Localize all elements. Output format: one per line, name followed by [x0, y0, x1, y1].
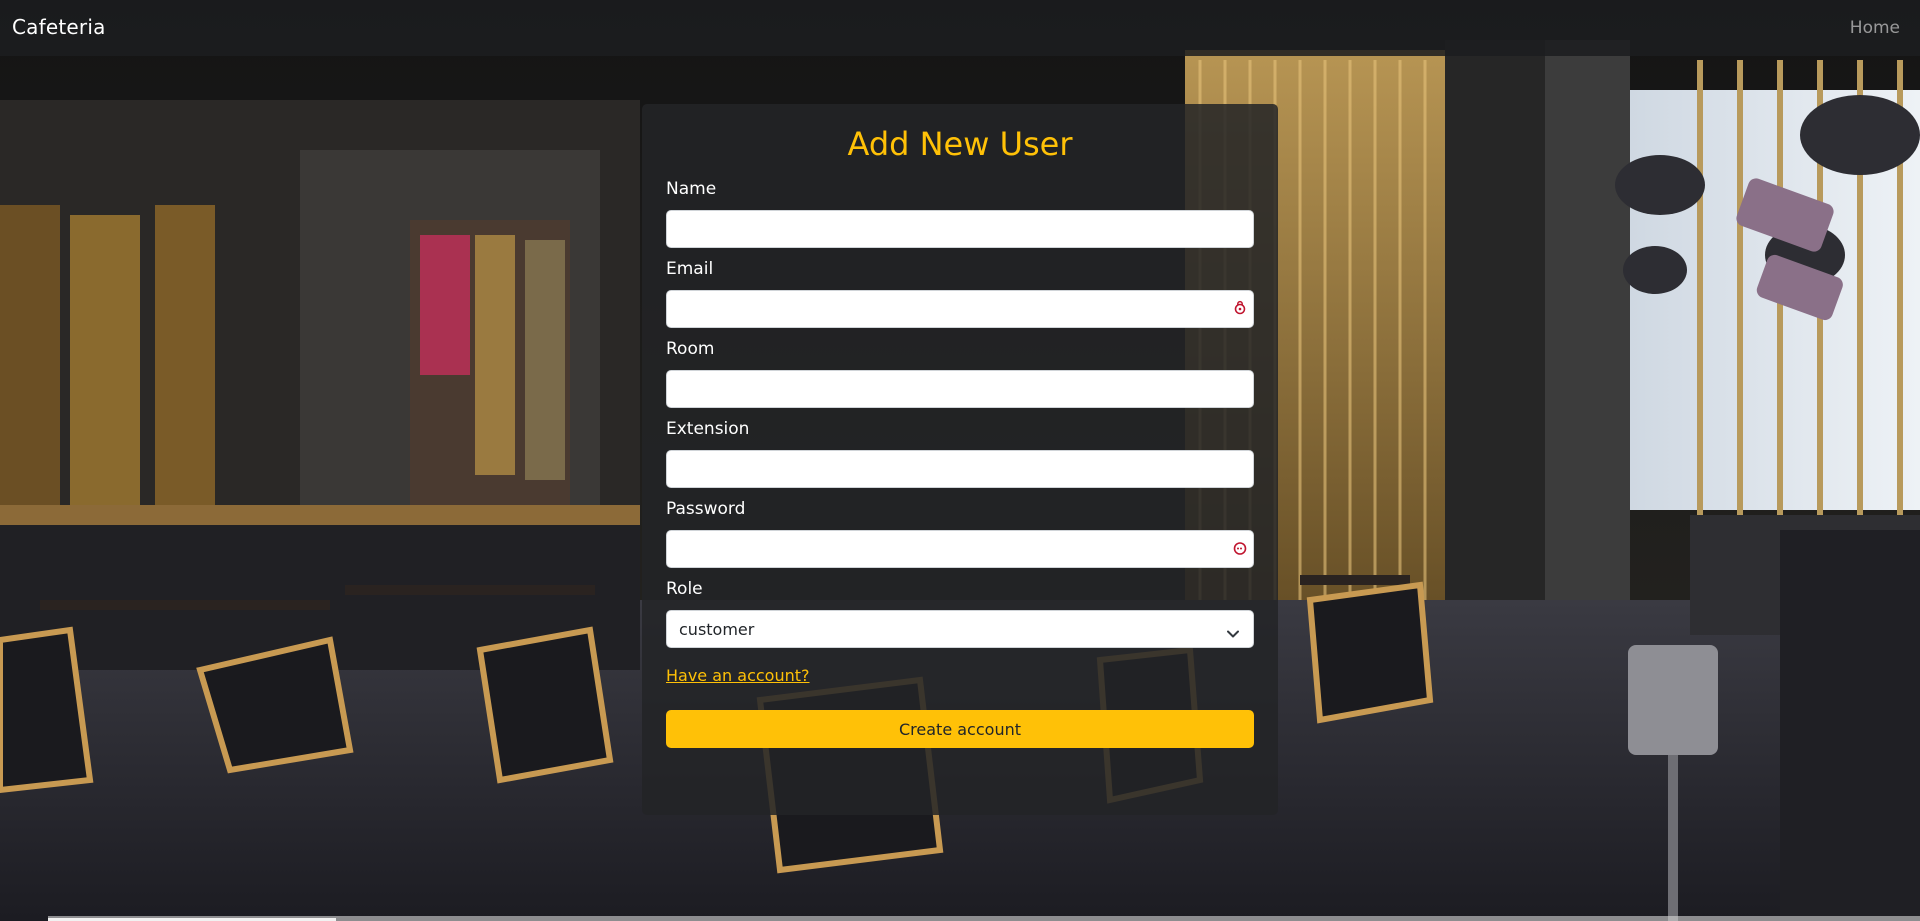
- brand-link[interactable]: Cafeteria: [12, 15, 106, 39]
- extension-label: Extension: [666, 419, 750, 439]
- role-field-group: Role customer: [666, 578, 1254, 648]
- email-field-group: Email: [666, 258, 1254, 328]
- name-input[interactable]: [666, 210, 1254, 248]
- name-label: Name: [666, 179, 717, 199]
- navbar: Cafeteria Home: [0, 0, 1920, 56]
- password-manager-icon[interactable]: [1232, 300, 1248, 316]
- role-label: Role: [666, 579, 703, 599]
- nav-home-link[interactable]: Home: [1850, 18, 1900, 38]
- page-title: Add New User: [847, 125, 1073, 163]
- room-field-group: Room: [666, 338, 1254, 408]
- have-account-link[interactable]: Have an account?: [666, 666, 810, 685]
- extension-field-group: Extension: [666, 418, 1254, 488]
- password-manager-icon[interactable]: [1232, 540, 1248, 556]
- room-label: Room: [666, 339, 715, 359]
- role-select[interactable]: customer: [666, 610, 1254, 648]
- email-label: Email: [666, 259, 714, 279]
- name-field-group: Name: [666, 178, 1254, 248]
- add-user-card: Add New User Name Email Room Extension P…: [642, 104, 1278, 815]
- role-select-value: customer: [679, 620, 755, 639]
- chevron-down-icon: [1227, 624, 1239, 638]
- create-account-button[interactable]: Create account: [666, 710, 1254, 748]
- room-input[interactable]: [666, 370, 1254, 408]
- extension-input[interactable]: [666, 450, 1254, 488]
- password-input[interactable]: [666, 530, 1254, 568]
- email-input[interactable]: [666, 290, 1254, 328]
- password-field-group: Password: [666, 498, 1254, 568]
- password-label: Password: [666, 499, 746, 519]
